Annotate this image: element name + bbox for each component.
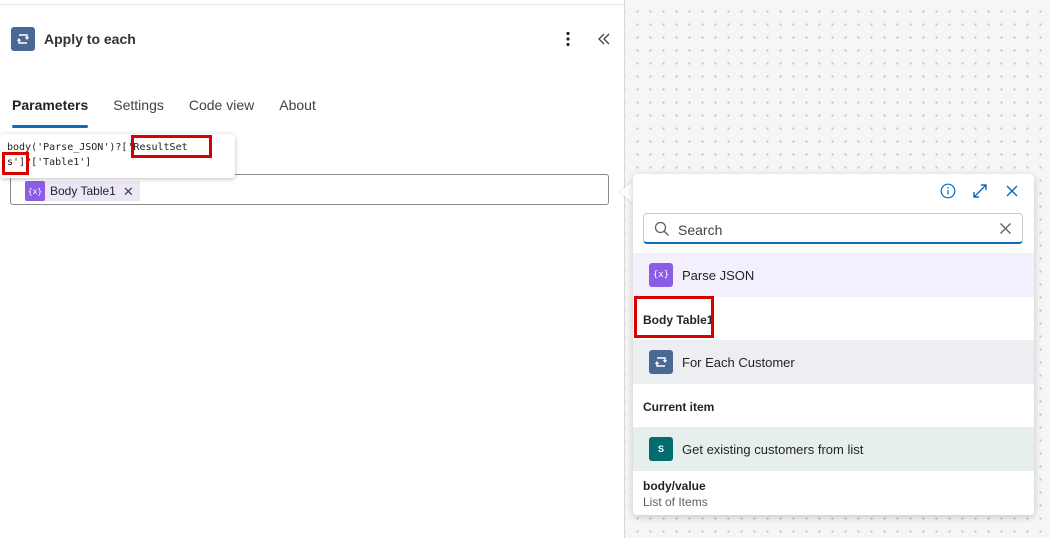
- dynamic-content-token[interactable]: {x} Body Table1 ✕: [25, 181, 140, 201]
- expand-button[interactable]: [970, 183, 990, 199]
- tab-list: Parameters Settings Code view About: [12, 97, 341, 128]
- group-label: For Each Customer: [682, 354, 795, 370]
- expression-icon: {x}: [25, 181, 45, 201]
- list-item-current-item[interactable]: Current item: [643, 400, 714, 414]
- select-output-input[interactable]: {x} Body Table1 ✕: [10, 174, 609, 205]
- group-for-each-customer[interactable]: For Each Customer: [633, 340, 1034, 384]
- list-item-description: List of Items: [643, 495, 708, 509]
- top-divider: [0, 0, 625, 5]
- info-button[interactable]: [938, 183, 958, 199]
- tab-about[interactable]: About: [279, 97, 316, 128]
- tab-code-view[interactable]: Code view: [189, 97, 254, 128]
- page-title: Apply to each: [44, 31, 136, 47]
- more-options-button[interactable]: [560, 28, 576, 50]
- search-placeholder: Search: [678, 222, 723, 238]
- loop-icon: [11, 27, 35, 51]
- picker-pointer: [620, 180, 634, 204]
- list-item-body-value[interactable]: body/value: [643, 479, 706, 493]
- token-label: Body Table1: [50, 184, 116, 198]
- group-parse-json[interactable]: {x} Parse JSON: [633, 253, 1034, 297]
- action-details-panel: Apply to each Parameters Settings Code v…: [0, 0, 625, 538]
- collapse-panel-button[interactable]: [594, 30, 614, 48]
- more-vertical-icon: [566, 31, 570, 47]
- tab-settings[interactable]: Settings: [113, 97, 164, 128]
- expand-icon: [973, 184, 987, 198]
- loop-icon: [649, 350, 673, 374]
- highlight-box: [2, 152, 29, 175]
- sharepoint-icon: S: [649, 437, 673, 461]
- search-icon: [654, 221, 669, 236]
- search-input[interactable]: Search: [643, 213, 1023, 244]
- double-chevron-left-icon: [598, 33, 610, 45]
- remove-token-icon[interactable]: ✕: [123, 185, 134, 198]
- group-label: Get existing customers from list: [682, 441, 864, 457]
- expression-icon: {x}: [649, 263, 673, 287]
- clear-search-icon[interactable]: [999, 222, 1012, 235]
- tab-parameters[interactable]: Parameters: [12, 97, 89, 128]
- group-get-existing-customers[interactable]: S Get existing customers from list: [633, 427, 1034, 471]
- info-icon: [940, 183, 956, 199]
- close-picker-button[interactable]: [1002, 183, 1022, 199]
- close-icon: [1006, 185, 1018, 197]
- panel-header: Apply to each: [11, 27, 136, 51]
- highlight-box: [634, 296, 714, 338]
- highlight-box: [131, 135, 212, 158]
- group-label: Parse JSON: [682, 267, 755, 283]
